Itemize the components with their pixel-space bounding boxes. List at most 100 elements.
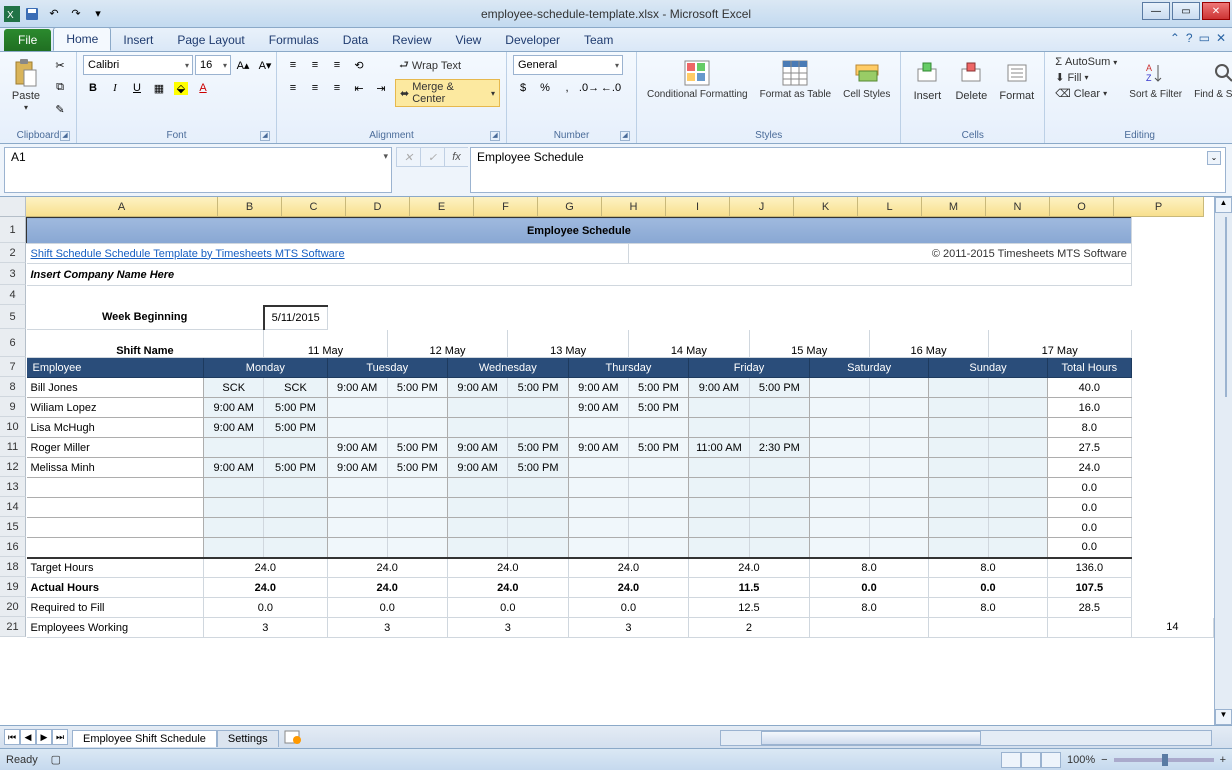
cell[interactable]: Lisa McHugh xyxy=(27,418,204,438)
cell[interactable]: 9:00 AM xyxy=(327,438,387,458)
cell[interactable]: 0.0 xyxy=(568,598,688,618)
cell[interactable]: Monday xyxy=(204,358,328,378)
zoom-slider[interactable] xyxy=(1114,758,1214,762)
cell[interactable]: SCK xyxy=(264,378,327,398)
window-close-doc-icon[interactable]: ✕ xyxy=(1216,31,1226,45)
cell[interactable] xyxy=(327,306,1131,330)
cell[interactable]: 2 xyxy=(689,618,810,638)
cell[interactable] xyxy=(689,458,750,478)
select-all-corner[interactable] xyxy=(0,197,26,217)
tab-formulas[interactable]: Formulas xyxy=(257,29,331,51)
fill-color-icon[interactable]: ⬙ xyxy=(171,78,191,98)
insert-cells-button[interactable]: Insert xyxy=(907,55,947,104)
cell[interactable]: 8.0 xyxy=(809,558,928,578)
bold-button[interactable]: B xyxy=(83,78,103,98)
tab-insert[interactable]: Insert xyxy=(111,29,165,51)
cell[interactable]: 136.0 xyxy=(1047,558,1131,578)
cell[interactable] xyxy=(628,478,688,498)
cell[interactable] xyxy=(204,438,264,458)
cell[interactable]: 0.0 xyxy=(1047,498,1131,518)
cell[interactable] xyxy=(809,618,928,638)
clear-button[interactable]: ⌫Clear▾ xyxy=(1051,86,1121,101)
cell[interactable] xyxy=(628,518,688,538)
cell[interactable] xyxy=(749,478,809,498)
cell[interactable] xyxy=(508,478,568,498)
column-header[interactable]: B xyxy=(218,197,282,217)
font-size-combo[interactable]: 16 xyxy=(195,55,231,75)
cell[interactable]: 5:00 PM xyxy=(628,398,688,418)
cell[interactable]: 9:00 AM xyxy=(689,378,750,398)
cell[interactable]: 5:00 PM xyxy=(387,378,447,398)
align-top-icon[interactable]: ≡ xyxy=(283,55,303,75)
cell[interactable] xyxy=(327,538,387,558)
cell[interactable] xyxy=(264,498,327,518)
cell[interactable]: 0.0 xyxy=(929,578,1048,598)
alignment-launcher[interactable]: ◢ xyxy=(490,131,500,141)
cell[interactable] xyxy=(929,518,988,538)
row-header[interactable]: 4 xyxy=(0,285,26,305)
horizontal-scroll-thumb[interactable] xyxy=(761,731,981,745)
cell[interactable]: Week Beginning xyxy=(27,306,264,330)
cell[interactable] xyxy=(689,398,750,418)
tab-review[interactable]: Review xyxy=(380,29,443,51)
cell[interactable] xyxy=(387,538,447,558)
page-layout-view-icon[interactable] xyxy=(1021,752,1041,768)
name-box-dropdown-icon[interactable]: ▾ xyxy=(383,151,388,162)
cell[interactable]: 9:00 AM xyxy=(327,458,387,478)
tab-home[interactable]: Home xyxy=(53,27,111,51)
cell[interactable] xyxy=(27,478,204,498)
cell[interactable] xyxy=(568,518,628,538)
cell[interactable] xyxy=(27,286,1132,306)
column-header[interactable]: D xyxy=(346,197,410,217)
scroll-down-icon[interactable]: ▼ xyxy=(1215,709,1232,725)
prev-sheet-icon[interactable]: ◀ xyxy=(20,729,36,745)
cell[interactable] xyxy=(929,538,988,558)
column-header[interactable]: C xyxy=(282,197,346,217)
vertical-scroll-thumb[interactable] xyxy=(1225,217,1227,397)
cell[interactable]: 24.0 xyxy=(204,578,328,598)
column-header[interactable]: H xyxy=(602,197,666,217)
cell[interactable]: 9:00 AM xyxy=(568,378,628,398)
cell[interactable] xyxy=(689,478,750,498)
tab-team[interactable]: Team xyxy=(572,29,625,51)
cell[interactable] xyxy=(327,518,387,538)
cell[interactable]: Friday xyxy=(689,358,810,378)
row-header[interactable]: 21 xyxy=(0,617,26,637)
cell[interactable] xyxy=(809,538,869,558)
cell[interactable] xyxy=(628,538,688,558)
cell[interactable] xyxy=(869,418,929,438)
cell[interactable]: 2:30 PM xyxy=(749,438,809,458)
cell[interactable] xyxy=(387,498,447,518)
cell[interactable] xyxy=(387,478,447,498)
next-sheet-icon[interactable]: ▶ xyxy=(36,729,52,745)
cell[interactable]: 5:00 PM xyxy=(508,438,568,458)
cell[interactable]: 24.0 xyxy=(568,578,688,598)
cell[interactable] xyxy=(749,518,809,538)
cell[interactable]: 107.5 xyxy=(1047,578,1131,598)
cell[interactable] xyxy=(809,378,869,398)
cell[interactable]: 13 May xyxy=(508,330,629,358)
cell[interactable] xyxy=(508,518,568,538)
row-header[interactable]: 15 xyxy=(0,517,26,537)
row-header[interactable]: 5 xyxy=(0,305,26,329)
cell[interactable] xyxy=(869,478,929,498)
cell[interactable]: 24.0 xyxy=(447,558,568,578)
cell[interactable] xyxy=(387,518,447,538)
new-sheet-icon[interactable] xyxy=(283,729,303,745)
cell[interactable]: 5:00 PM xyxy=(508,378,568,398)
comma-icon[interactable]: , xyxy=(557,78,577,98)
file-tab[interactable]: File xyxy=(4,29,51,51)
cell[interactable]: 24.0 xyxy=(1047,458,1131,478)
cell[interactable] xyxy=(988,498,1047,518)
cell[interactable]: 24.0 xyxy=(568,558,688,578)
cell[interactable]: 8.0 xyxy=(809,598,928,618)
tab-view[interactable]: View xyxy=(444,29,494,51)
cell[interactable] xyxy=(508,538,568,558)
cell[interactable]: 3 xyxy=(204,618,328,638)
cell[interactable] xyxy=(749,398,809,418)
cell[interactable]: Tuesday xyxy=(327,358,447,378)
cell[interactable]: 24.0 xyxy=(327,558,447,578)
cell[interactable] xyxy=(327,498,387,518)
cell[interactable] xyxy=(327,398,387,418)
cell[interactable]: 5/11/2015 xyxy=(264,306,327,330)
